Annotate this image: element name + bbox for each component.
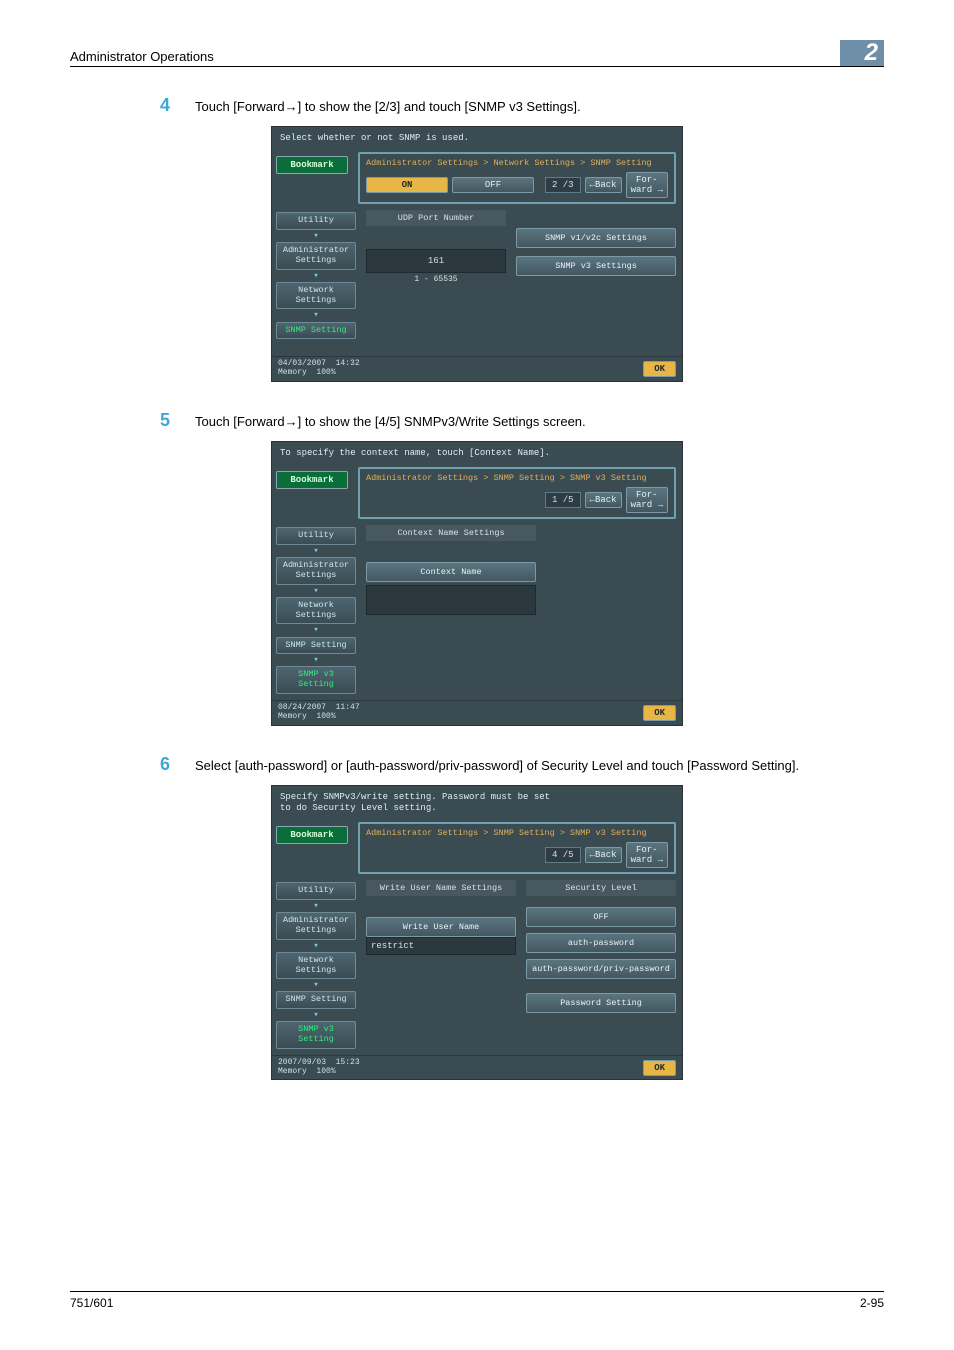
panel1-message: Select whether or not SNMP is used. [272, 127, 682, 150]
sidebar-item-network-settings[interactable]: Network Settings [276, 597, 356, 625]
lcd-panel-snmpv3-context: To specify the context name, touch [Cont… [271, 441, 683, 725]
breadcrumb: Administrator Settings > SNMP Setting > … [366, 473, 668, 483]
chevron-down-icon: ▾ [276, 656, 356, 664]
step-number-5: 5 [160, 410, 195, 431]
panel1-date: 04/03/2007 [278, 359, 326, 368]
bookmark-button[interactable]: Bookmark [276, 826, 348, 844]
chevron-down-icon: ▾ [276, 587, 356, 595]
udp-port-range: 1 - 65535 [366, 273, 506, 284]
bookmark-button[interactable]: Bookmark [276, 156, 348, 174]
panel1-memory-label: Memory [278, 368, 307, 377]
udp-port-value: 161 [366, 249, 506, 273]
sidebar-item-snmpv3-setting[interactable]: SNMP v3 Setting [276, 1021, 356, 1049]
chevron-down-icon: ▾ [276, 942, 356, 950]
page-indicator: 2 /3 [545, 177, 581, 193]
ok-button[interactable]: OK [643, 705, 676, 721]
sidebar-item-admin-settings[interactable]: Administrator Settings [276, 557, 356, 585]
off-button[interactable]: OFF [452, 177, 534, 193]
security-level-off-button[interactable]: OFF [526, 907, 676, 927]
sidebar-item-snmp-setting[interactable]: SNMP Setting [276, 637, 356, 655]
forward-button[interactable]: For- ward → [626, 172, 668, 198]
footer-left: 751/601 [70, 1296, 113, 1310]
forward-button[interactable]: For- ward → [626, 842, 668, 868]
chapter-badge: 2 [840, 40, 884, 66]
snmp-v3-settings-button[interactable]: SNMP v3 Settings [516, 256, 676, 276]
chevron-down-icon: ▾ [276, 902, 356, 910]
back-button[interactable]: ←Back [585, 847, 622, 863]
panel1-memory-value: 100% [316, 368, 335, 377]
chevron-down-icon: ▾ [276, 626, 356, 634]
panel2-date: 08/24/2007 [278, 703, 326, 712]
sidebar-item-admin-settings[interactable]: Administrator Settings [276, 912, 356, 940]
back-button[interactable]: ←Back [585, 492, 622, 508]
sidebar-item-network-settings[interactable]: Network Settings [276, 952, 356, 980]
security-level-authpriv-button[interactable]: auth-password/priv-password [526, 959, 676, 979]
panel3-message: Specify SNMPv3/write setting. Password m… [272, 786, 682, 821]
on-button[interactable]: ON [366, 177, 448, 193]
step-text-4: Touch [Forward→] to show the [2/3] and t… [195, 95, 581, 116]
panel2-message: To specify the context name, touch [Cont… [272, 442, 682, 465]
chevron-down-icon: ▾ [276, 272, 356, 280]
forward-button[interactable]: For- ward → [626, 487, 668, 513]
step-number-4: 4 [160, 95, 195, 116]
chevron-down-icon: ▾ [276, 547, 356, 555]
breadcrumb: Administrator Settings > Network Setting… [366, 158, 668, 168]
panel2-memory-label: Memory [278, 712, 307, 721]
chevron-down-icon: ▾ [276, 311, 356, 319]
lcd-panel-snmp-setting: Select whether or not SNMP is used. Book… [271, 126, 683, 382]
write-user-name-settings-label: Write User Name Settings [366, 880, 516, 896]
step-text-5: Touch [Forward→] to show the [4/5] SNMPv… [195, 410, 586, 431]
step-number-6: 6 [160, 754, 195, 775]
security-level-auth-button[interactable]: auth-password [526, 933, 676, 953]
sidebar-item-utility[interactable]: Utility [276, 212, 356, 230]
snmp-v1v2c-settings-button[interactable]: SNMP v1/v2c Settings [516, 228, 676, 248]
panel2-memory-value: 100% [316, 712, 335, 721]
sidebar-item-utility[interactable]: Utility [276, 527, 356, 545]
write-user-name-value: restrict [366, 937, 516, 955]
ok-button[interactable]: OK [643, 1060, 676, 1076]
footer-right: 2-95 [860, 1296, 884, 1310]
page-indicator: 1 /5 [545, 492, 581, 508]
chevron-down-icon: ▾ [276, 1011, 356, 1019]
panel3-memory-label: Memory [278, 1067, 307, 1076]
context-name-button[interactable]: Context Name [366, 562, 536, 582]
lcd-panel-snmpv3-write: Specify SNMPv3/write setting. Password m… [271, 785, 683, 1081]
sidebar-item-network-settings[interactable]: Network Settings [276, 282, 356, 310]
panel3-time: 15:23 [336, 1058, 360, 1067]
sidebar-item-admin-settings[interactable]: Administrator Settings [276, 242, 356, 270]
panel3-date: 2007/09/03 [278, 1058, 326, 1067]
breadcrumb: Administrator Settings > SNMP Setting > … [366, 828, 668, 838]
step-text-6: Select [auth-password] or [auth-password… [195, 754, 799, 775]
panel2-time: 11:47 [336, 703, 360, 712]
sidebar-item-snmp-setting[interactable]: SNMP Setting [276, 991, 356, 1009]
chevron-down-icon: ▾ [276, 981, 356, 989]
panel1-time: 14:32 [336, 359, 360, 368]
sidebar-item-utility[interactable]: Utility [276, 882, 356, 900]
panel3-memory-value: 100% [316, 1067, 335, 1076]
chevron-down-icon: ▾ [276, 232, 356, 240]
page-indicator: 4 /5 [545, 847, 581, 863]
bookmark-button[interactable]: Bookmark [276, 471, 348, 489]
ok-button[interactable]: OK [643, 361, 676, 377]
password-setting-button[interactable]: Password Setting [526, 993, 676, 1013]
context-name-settings-label: Context Name Settings [366, 525, 536, 541]
page-header-title: Administrator Operations [70, 49, 214, 64]
sidebar-item-snmp-setting[interactable]: SNMP Setting [276, 322, 356, 340]
security-level-label: Security Level [526, 880, 676, 896]
sidebar-item-snmpv3-setting[interactable]: SNMP v3 Setting [276, 666, 356, 694]
back-button[interactable]: ←Back [585, 177, 622, 193]
udp-port-label: UDP Port Number [366, 210, 506, 226]
write-user-name-button[interactable]: Write User Name [366, 917, 516, 937]
